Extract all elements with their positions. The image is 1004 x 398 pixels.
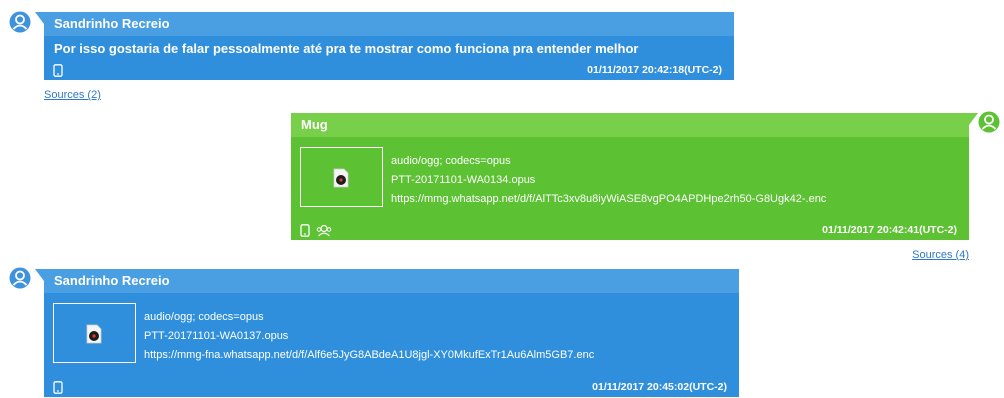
sender-name: Sandrinho Recreio [44, 269, 739, 293]
audio-attachment[interactable]: audio/ogg; codecs=opus PTT-20171101-WA01… [300, 147, 826, 209]
attachment-thumbnail[interactable] [53, 303, 136, 363]
user-avatar-icon [9, 11, 31, 33]
attachment-filename: PTT-20171101-WA0137.opus [144, 330, 289, 342]
group-icon [316, 224, 332, 237]
timestamp: 01/11/2017 20:42:41(UTC-2) [822, 224, 957, 236]
audio-attachment[interactable]: audio/ogg; codecs=opus PTT-20171101-WA01… [53, 303, 594, 365]
attachment-url: https://mmg-fna.whatsapp.net/d/f/Alf6e5J… [144, 349, 595, 361]
phone-icon [300, 224, 310, 237]
phone-icon [53, 381, 63, 394]
audio-file-icon [86, 324, 102, 344]
phone-icon [53, 64, 63, 77]
attachment-mime: audio/ogg; codecs=opus [391, 155, 511, 167]
timestamp: 01/11/2017 20:42:18(UTC-2) [587, 64, 722, 76]
sender-name: Mug [291, 113, 969, 137]
sources-link[interactable]: Sources (2) [44, 89, 101, 101]
timestamp: 01/11/2017 20:45:02(UTC-2) [592, 381, 727, 393]
audio-file-icon [333, 168, 349, 188]
user-avatar-icon [9, 267, 31, 289]
user-avatar-icon [978, 111, 1000, 133]
sources-link[interactable]: Sources (4) [912, 249, 969, 261]
attachment-filename: PTT-20171101-WA0134.opus [391, 174, 536, 186]
attachment-mime: audio/ogg; codecs=opus [144, 311, 264, 323]
attachment-thumbnail[interactable] [300, 147, 383, 207]
attachment-url: https://mmg.whatsapp.net/d/f/AlTTc3xv8u8… [391, 193, 827, 205]
message-bubble: Sandrinho Recreio Por isso gostaria de f… [35, 12, 734, 80]
sender-name: Sandrinho Recreio [44, 12, 734, 36]
message-text: Por isso gostaria de falar pessoalmente … [54, 41, 639, 56]
message-bubble: Mug audio/ogg; codecs=opus PTT-20171101-… [291, 113, 978, 240]
message-bubble: Sandrinho Recreio audio/ogg; codecs=opus… [35, 269, 739, 397]
